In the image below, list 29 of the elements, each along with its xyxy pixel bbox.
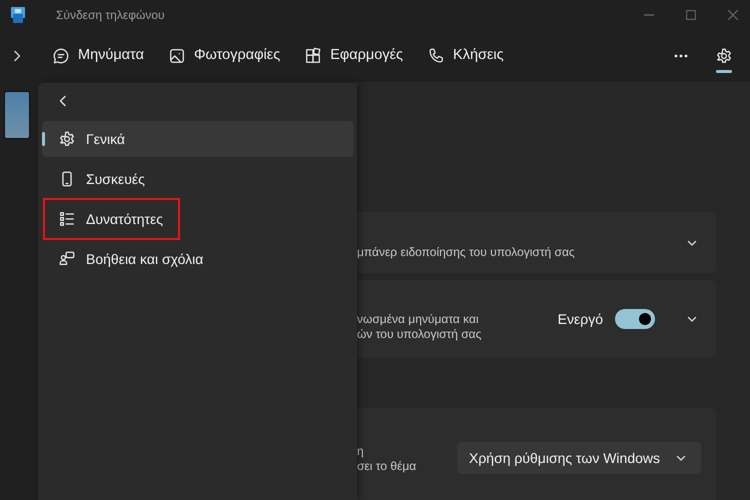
window-title: Σύνδεση τηλεφώνου — [56, 7, 165, 24]
theme-dropdown[interactable]: Χρήση ρύθμισης των Windows — [457, 442, 701, 474]
chat-bubble-icon — [52, 47, 70, 65]
app-logo-icon — [9, 6, 27, 24]
close-icon[interactable] — [728, 10, 738, 20]
maximize-icon[interactable] — [686, 10, 696, 20]
toggle-label: Ενεργό — [558, 310, 603, 329]
phone-icon — [427, 47, 446, 65]
setting-description: η — [357, 444, 365, 459]
image-icon — [168, 47, 186, 65]
more-options-icon[interactable] — [674, 54, 688, 58]
setting-description: μπάνερ ειδοποίησης του υπολογιστή σας — [357, 245, 576, 260]
nav-tab[interactable]: Μηνύματα — [52, 45, 144, 67]
phone-thumbnail[interactable] — [4, 91, 30, 139]
settings-menu-item[interactable]: Γενικά — [42, 121, 354, 157]
nav-tab[interactable]: Κλήσεις — [427, 45, 504, 67]
nav-tab[interactable]: Φωτογραφίες — [168, 45, 280, 67]
toggle-switch[interactable] — [615, 309, 655, 329]
settings-icon — [715, 47, 733, 65]
setting-description: σει το θέμα — [357, 459, 418, 474]
nav-tab[interactable]: Εφαρμογές — [304, 45, 404, 67]
apps-grid-icon — [304, 47, 322, 65]
setting-description: νωσμένα μηνύματα και — [357, 312, 480, 327]
checklist-icon — [58, 210, 76, 228]
settings-menu-item[interactable]: Συσκευές — [42, 161, 354, 197]
settings-menu-item[interactable]: Βοήθεια και σχόλια — [42, 241, 354, 277]
settings-icon — [58, 130, 76, 148]
setting-description: ών του υπολογιστή σας — [357, 327, 482, 342]
feedback-icon — [58, 250, 76, 268]
